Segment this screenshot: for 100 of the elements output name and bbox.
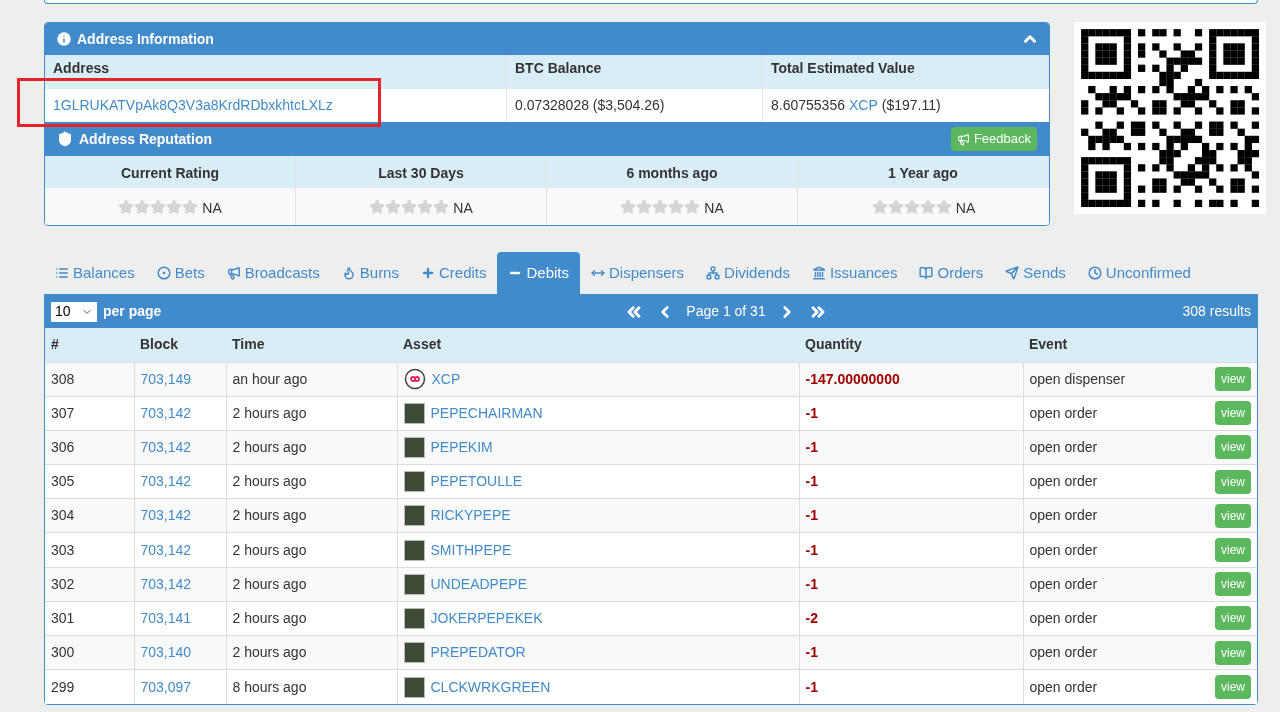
star-icon xyxy=(652,198,669,215)
table-cell-text: open order xyxy=(1029,472,1098,492)
view-button[interactable]: view xyxy=(1215,606,1251,631)
column-header: 1 Year ago xyxy=(798,156,1049,188)
asset-link[interactable]: PEPETOULLE xyxy=(430,471,523,493)
shield-icon xyxy=(57,131,73,147)
star-icon xyxy=(636,198,653,215)
results-count: 308 results xyxy=(1181,302,1251,321)
list-icon xyxy=(55,266,69,280)
table-cell-text: open order xyxy=(1029,540,1098,560)
panel-title: Address Reputation xyxy=(79,129,212,149)
tab[interactable]: Credits xyxy=(409,252,498,294)
column-header: Last 30 Days xyxy=(296,156,547,188)
star-icon xyxy=(620,198,637,215)
view-button[interactable]: view xyxy=(1215,401,1251,426)
view-button[interactable]: view xyxy=(1215,435,1251,460)
tab[interactable]: Issuances xyxy=(800,252,909,294)
per-page-select[interactable]: 10 xyxy=(51,301,97,322)
tab[interactable]: Broadcasts xyxy=(215,252,331,294)
asset-image-placeholder xyxy=(403,607,425,629)
asset-link[interactable]: XCP xyxy=(848,95,878,116)
table-cell-text: open order xyxy=(1029,643,1098,663)
block-link[interactable]: 703,142 xyxy=(140,404,192,421)
table-cell-text: open order xyxy=(1029,437,1098,457)
block-link[interactable]: 703,141 xyxy=(140,609,192,626)
per-page-label: per page xyxy=(103,302,162,321)
asset-image-placeholder xyxy=(403,402,425,424)
view-button[interactable]: view xyxy=(1215,572,1251,597)
column-header: Time xyxy=(226,328,397,362)
block-link[interactable]: 703,140 xyxy=(140,644,192,661)
view-button[interactable]: view xyxy=(1215,469,1251,494)
tab[interactable]: Dividends xyxy=(695,252,801,294)
tab[interactable]: Orders xyxy=(908,252,995,294)
asset-link[interactable]: RICKYPEPE xyxy=(430,505,511,527)
block-link[interactable]: 703,097 xyxy=(140,678,192,695)
view-button[interactable]: view xyxy=(1215,503,1251,528)
star-icon xyxy=(134,198,151,215)
table-cell: 299 xyxy=(45,669,134,704)
asset-link[interactable]: PEPECHAIRMAN xyxy=(430,402,543,424)
view-button[interactable]: view xyxy=(1215,367,1251,392)
asset-link[interactable]: CLCKWRKGREEN xyxy=(430,676,551,698)
star-icon xyxy=(118,198,135,215)
rating-value: NA xyxy=(955,199,976,218)
star-icon xyxy=(401,198,418,215)
rating-value: NA xyxy=(453,199,473,218)
tab[interactable]: Balances xyxy=(44,252,146,294)
column-header: Asset xyxy=(397,328,799,362)
asset-image-placeholder xyxy=(403,676,425,698)
column-header: Current Rating xyxy=(45,156,296,188)
block-link[interactable]: 703,142 xyxy=(140,473,192,490)
table-cell: 8 hours ago xyxy=(226,669,397,704)
address-link[interactable]: 1GLRUKATVpAk8Q3V3a8KrdRDbxkhtcLXLz xyxy=(53,95,333,116)
block-link[interactable]: 703,142 xyxy=(140,575,192,592)
star-icon xyxy=(684,198,701,215)
asset-link[interactable]: SMITHPEPE xyxy=(430,539,512,561)
asset-link[interactable]: UNDEADPEPE xyxy=(430,573,527,595)
tab[interactable]: Debits xyxy=(497,252,580,294)
view-button[interactable]: view xyxy=(1215,675,1251,700)
tab[interactable]: Unconfirmed xyxy=(1076,252,1202,294)
column-header: Quantity xyxy=(799,328,1023,362)
paper-plane-icon xyxy=(1005,266,1020,280)
star-icon xyxy=(166,198,183,215)
bank-icon xyxy=(811,266,826,280)
block-link[interactable]: 703,149 xyxy=(140,370,192,387)
asset-link[interactable]: XCP xyxy=(431,368,461,390)
megaphone-icon xyxy=(956,132,970,146)
target-icon xyxy=(156,266,171,280)
star-icon xyxy=(903,198,920,215)
tab[interactable]: Dispensers xyxy=(580,252,696,294)
column-header: BTC Balance xyxy=(507,55,763,89)
asset-link[interactable]: PREPEDATOR xyxy=(430,642,526,664)
block-link[interactable]: 703,142 xyxy=(140,438,192,455)
asset-image-placeholder xyxy=(403,505,425,527)
asset-link[interactable]: JOKERPEPEKEK xyxy=(430,607,543,629)
view-button[interactable]: view xyxy=(1215,538,1251,563)
table-cell-text: open order xyxy=(1029,608,1098,628)
block-link[interactable]: 703,142 xyxy=(140,507,192,524)
flame-icon xyxy=(341,266,356,280)
star-icon xyxy=(668,198,685,215)
block-link[interactable]: 703,142 xyxy=(140,541,192,558)
star-icon xyxy=(887,198,904,215)
asset-image-placeholder xyxy=(403,642,425,664)
view-button[interactable]: view xyxy=(1215,640,1251,665)
asset-image-placeholder xyxy=(403,436,425,458)
star-icon xyxy=(433,198,450,215)
column-header: Address xyxy=(45,55,507,89)
feedback-button[interactable]: Feedback xyxy=(950,127,1037,151)
megaphone-icon xyxy=(226,266,241,280)
column-header: 6 months ago xyxy=(547,156,798,188)
tab[interactable]: Burns xyxy=(330,252,410,294)
table-cell-text: open order xyxy=(1029,403,1098,423)
rating-value: NA xyxy=(704,199,724,218)
star-icon xyxy=(919,198,936,215)
column-header: Event xyxy=(1023,328,1257,362)
asset-link[interactable]: PEPEKIM xyxy=(430,436,493,458)
star-icon xyxy=(935,198,952,215)
page-indicator: Page 1 of 31 xyxy=(686,302,766,321)
tab[interactable]: Sends xyxy=(994,252,1077,294)
tab[interactable]: Bets xyxy=(145,252,216,294)
star-icon xyxy=(417,198,434,215)
